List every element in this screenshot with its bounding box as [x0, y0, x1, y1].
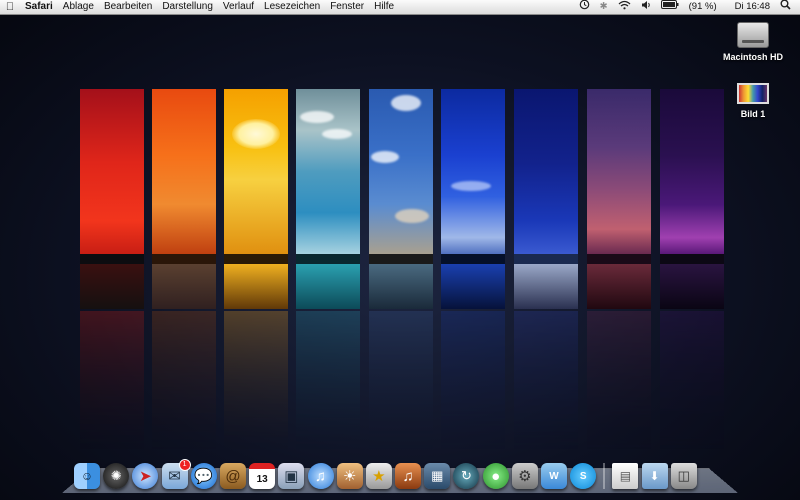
dashboard-icon: ✺ [110, 468, 122, 483]
spotlight-search-icon[interactable] [775, 0, 796, 15]
dock-downloads-folder[interactable]: ⬇ [641, 463, 668, 489]
dock-ical[interactable]: 13 [249, 463, 276, 489]
dock-trash[interactable]: ◫ [670, 463, 697, 489]
dock-skype[interactable]: S [570, 463, 597, 489]
mail-badge: 1 [178, 459, 191, 471]
itunes-icon: ♫ [314, 467, 327, 485]
dock-safari[interactable]: ➤ [132, 463, 159, 489]
desktop-icon-macintosh-hd[interactable]: Macintosh HD [718, 22, 788, 62]
menu-hilfe[interactable]: Hilfe [369, 0, 399, 14]
desktop-icon-bild-1[interactable]: Bild 1 [725, 83, 781, 119]
dock: ☺ ✺ ➤ ✉ 1 💬 @ 13 ▣ ♫ ☀ ★ ♫ ▦ ↻ ● ⚙ W S ▤… [74, 433, 700, 489]
wifi-icon[interactable] [613, 0, 636, 15]
iphoto-icon: ☀ [342, 468, 357, 485]
imovie-icon: ★ [372, 468, 386, 485]
skype-icon: S [579, 470, 587, 482]
menu-darstellung[interactable]: Darstellung [157, 0, 218, 14]
dock-document-stack[interactable]: ▤ [612, 463, 639, 489]
dock-preview[interactable]: ▣ [278, 463, 305, 489]
document-stack-icon: ▤ [619, 469, 632, 483]
garageband-icon: ♫ [402, 467, 414, 485]
menu-clock[interactable]: Di 16:48 [730, 0, 775, 14]
time-machine-icon: ↻ [460, 468, 472, 483]
finder-icon: ☺ [80, 469, 94, 483]
dock-wunderlist[interactable]: W [541, 463, 567, 489]
downloads-folder-icon: ⬇ [649, 469, 660, 483]
menu-bar:  Safari Ablage Bearbeiten Darstellung V… [0, 0, 800, 15]
menu-fenster[interactable]: Fenster [325, 0, 369, 14]
volume-icon[interactable] [636, 0, 656, 15]
dock-spaces[interactable]: ▦ [424, 463, 451, 489]
dock-address-book[interactable]: @ [219, 463, 246, 489]
dock-dashboard[interactable]: ✺ [103, 463, 130, 489]
time-machine-status-icon[interactable] [574, 0, 595, 15]
ichat-icon: 💬 [194, 468, 214, 485]
dock-adium[interactable]: ● [482, 463, 509, 489]
spaces-icon: ▦ [431, 468, 444, 483]
picture-file-icon [737, 83, 769, 104]
dock-ichat[interactable]: 💬 [190, 463, 217, 489]
dock-separator [603, 463, 606, 489]
menu-bearbeiten[interactable]: Bearbeiten [99, 0, 157, 14]
dock-itunes[interactable]: ♫ [307, 463, 334, 489]
preview-icon: ▣ [284, 468, 299, 485]
adium-icon: ● [491, 467, 501, 485]
calendar-icon: 13 [256, 473, 268, 485]
dock-finder[interactable]: ☺ [74, 463, 100, 489]
bluetooth-icon[interactable]: ✱ [595, 0, 613, 14]
apple-menu-icon[interactable]:  [0, 1, 20, 13]
dock-mail[interactable]: ✉ 1 [161, 459, 191, 489]
mail-icon: ✉ [168, 468, 181, 485]
desktop-icon-label: Macintosh HD [722, 52, 783, 62]
menu-lesezeichen[interactable]: Lesezeichen [259, 0, 325, 14]
dock-iphoto[interactable]: ☀ [336, 463, 363, 489]
menu-verlauf[interactable]: Verlauf [218, 0, 259, 14]
hard-drive-icon [737, 22, 769, 48]
safari-icon: ➤ [139, 468, 152, 485]
address-book-icon: @ [225, 467, 241, 485]
menu-ablage[interactable]: Ablage [58, 0, 99, 14]
menu-app-name[interactable]: Safari [20, 0, 58, 14]
trash-icon: ◫ [677, 468, 690, 483]
dock-time-machine[interactable]: ↻ [453, 463, 480, 489]
dock-system-preferences[interactable]: ⚙ [511, 463, 538, 489]
desktop-icon-label: Bild 1 [740, 109, 766, 119]
battery-percent[interactable]: (91 %) [684, 0, 722, 14]
system-preferences-icon: ⚙ [518, 468, 532, 485]
battery-icon[interactable] [656, 0, 684, 14]
dock-garageband[interactable]: ♫ [395, 463, 422, 489]
w-app-icon: W [549, 470, 559, 482]
dock-imovie[interactable]: ★ [365, 463, 392, 489]
